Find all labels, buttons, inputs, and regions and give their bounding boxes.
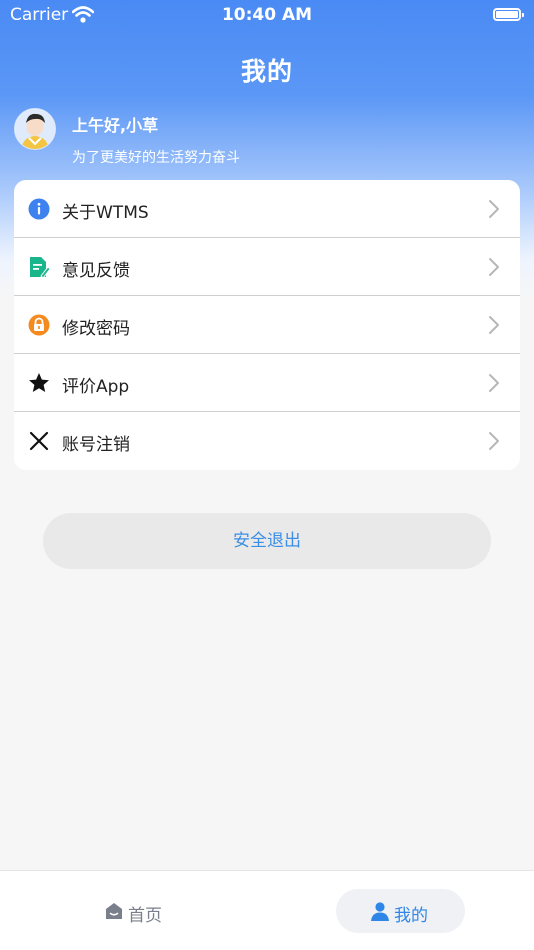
user-avatar-icon [15, 109, 55, 149]
home-icon [106, 903, 122, 919]
greeting-text: 上午好,小草 [72, 116, 159, 135]
menu-item-delete-account[interactable]: 账号注销 [14, 412, 520, 470]
avatar[interactable] [14, 108, 56, 150]
motto-text: 为了更美好的生活努力奋斗 [72, 150, 240, 166]
status-time: 10:40 AM [221, 5, 313, 25]
battery-icon [493, 8, 524, 21]
page-title: 我的 [240, 57, 293, 86]
lock-icon [28, 314, 50, 336]
chevron-right-icon [489, 374, 499, 392]
feedback-document-icon [30, 257, 50, 278]
tab-label: 首页 [128, 906, 162, 926]
status-bar: Carrier 10:40 AM [0, 0, 534, 30]
settings-menu-card: 关于WTMS 意见反馈 修改密码 评价App 账号注销 [14, 180, 520, 470]
tab-label: 我的 [394, 906, 428, 926]
chevron-right-icon [489, 316, 499, 334]
tab-home[interactable]: 首页 [90, 889, 180, 933]
menu-item-label: 账号注销 [62, 435, 130, 455]
menu-item-feedback[interactable]: 意见反馈 [14, 238, 520, 296]
menu-item-label: 修改密码 [62, 319, 130, 339]
chevron-right-icon [489, 200, 499, 218]
chevron-right-icon [489, 432, 499, 450]
person-icon [371, 902, 389, 921]
logout-button[interactable]: 安全退出 [43, 513, 491, 569]
close-x-icon [29, 431, 49, 451]
menu-item-label: 意见反馈 [62, 261, 130, 281]
menu-item-label: 评价App [62, 377, 130, 397]
menu-item-about[interactable]: 关于WTMS [14, 180, 520, 238]
menu-item-rate-app[interactable]: 评价App [14, 354, 520, 412]
bottom-tab-bar: 首页 我的 [0, 870, 534, 950]
info-icon [28, 198, 50, 220]
chevron-right-icon [489, 258, 499, 276]
menu-item-change-password[interactable]: 修改密码 [14, 296, 520, 354]
tab-mine[interactable]: 我的 [336, 889, 465, 933]
menu-item-label: 关于WTMS [62, 203, 149, 223]
star-icon [29, 373, 49, 392]
